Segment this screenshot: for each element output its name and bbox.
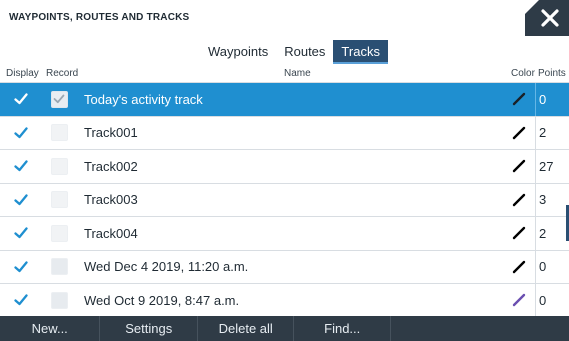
track-color-swatch[interactable] bbox=[504, 184, 534, 217]
table-row[interactable]: Today's activity track 0 bbox=[0, 83, 569, 117]
tab-waypoints-label: Waypoints bbox=[208, 44, 269, 59]
record-box bbox=[50, 224, 68, 242]
track-name: Wed Dec 4 2019, 11:20 a.m. bbox=[84, 259, 249, 275]
display-checkbox[interactable] bbox=[10, 117, 32, 150]
record-checkbox[interactable] bbox=[48, 117, 70, 150]
record-box bbox=[50, 191, 68, 209]
tab-routes[interactable]: Routes bbox=[276, 40, 333, 64]
table-row[interactable]: Track002 27 bbox=[0, 150, 569, 184]
waypoints-routes-tracks-dialog: WAYPOINTS, ROUTES AND TRACKS Waypoints R… bbox=[0, 0, 569, 341]
close-icon bbox=[541, 9, 559, 27]
check-icon bbox=[14, 92, 28, 106]
check-icon bbox=[14, 193, 28, 207]
track-name: Track003 bbox=[84, 192, 138, 208]
tab-tracks[interactable]: Tracks bbox=[333, 40, 388, 64]
record-box bbox=[50, 124, 68, 142]
track-points: 2 bbox=[535, 116, 569, 149]
track-name: Wed Oct 9 2019, 8:47 a.m. bbox=[84, 292, 240, 308]
track-points: 0 bbox=[535, 284, 569, 317]
track-line-icon bbox=[512, 294, 526, 307]
tab-waypoints[interactable]: Waypoints bbox=[200, 40, 276, 64]
table-row[interactable]: Track004 2 bbox=[0, 217, 569, 251]
column-header-color[interactable]: Color bbox=[511, 68, 535, 79]
check-icon bbox=[14, 293, 28, 307]
display-checkbox[interactable] bbox=[10, 184, 32, 217]
active-tab-indicator bbox=[333, 62, 388, 64]
track-line-icon bbox=[512, 93, 526, 106]
column-header-record[interactable]: Record bbox=[46, 68, 78, 79]
track-name: Today's activity track bbox=[84, 91, 203, 107]
track-name: Track001 bbox=[84, 125, 138, 141]
display-checkbox[interactable] bbox=[10, 217, 32, 250]
track-line-icon bbox=[512, 227, 526, 240]
record-box-disabled bbox=[50, 291, 68, 309]
track-color-swatch[interactable] bbox=[504, 284, 534, 317]
tab-bar: Waypoints Routes Tracks bbox=[200, 40, 388, 64]
check-icon bbox=[14, 126, 28, 140]
track-line-icon bbox=[512, 126, 526, 139]
track-line-icon bbox=[512, 193, 526, 206]
display-checkbox[interactable] bbox=[10, 150, 32, 183]
table-row[interactable]: Track001 2 bbox=[0, 116, 569, 150]
record-checkbox[interactable] bbox=[48, 217, 70, 250]
display-checkbox[interactable] bbox=[10, 83, 32, 116]
find-button[interactable]: Find... bbox=[293, 316, 390, 341]
table-row[interactable]: Wed Dec 4 2019, 11:20 a.m. 0 bbox=[0, 250, 569, 284]
track-color-swatch[interactable] bbox=[504, 83, 534, 116]
delete-all-button[interactable]: Delete all bbox=[196, 316, 294, 341]
track-line-icon bbox=[512, 260, 526, 273]
record-check-icon bbox=[50, 90, 68, 108]
column-header-display[interactable]: Display bbox=[6, 68, 39, 79]
track-color-swatch[interactable] bbox=[504, 117, 534, 150]
record-checkbox bbox=[48, 251, 70, 284]
column-header-row: Display Record Name Color Points bbox=[0, 66, 569, 83]
track-line-icon bbox=[512, 160, 526, 173]
track-points: 2 bbox=[535, 217, 569, 250]
settings-button[interactable]: Settings bbox=[99, 316, 196, 341]
record-checkbox[interactable] bbox=[48, 83, 70, 116]
track-color-swatch[interactable] bbox=[504, 217, 534, 250]
table-row[interactable]: Wed Oct 9 2019, 8:47 a.m. 0 bbox=[0, 284, 569, 318]
toolbar-spacer bbox=[389, 316, 569, 341]
track-color-swatch[interactable] bbox=[504, 150, 534, 183]
bottom-toolbar: New... Settings Delete all Find... bbox=[0, 316, 569, 341]
track-points: 3 bbox=[535, 183, 569, 216]
check-icon bbox=[14, 159, 28, 173]
record-checkbox[interactable] bbox=[48, 150, 70, 183]
tab-tracks-label: Tracks bbox=[341, 44, 380, 59]
track-points: 0 bbox=[535, 250, 569, 283]
title-bar: WAYPOINTS, ROUTES AND TRACKS bbox=[0, 0, 569, 36]
dialog-title: WAYPOINTS, ROUTES AND TRACKS bbox=[9, 12, 190, 23]
tab-routes-label: Routes bbox=[284, 44, 326, 59]
record-box bbox=[50, 157, 68, 175]
check-icon bbox=[14, 226, 28, 240]
record-box-disabled bbox=[50, 258, 68, 276]
display-checkbox[interactable] bbox=[10, 251, 32, 284]
display-checkbox[interactable] bbox=[10, 284, 32, 317]
track-points: 27 bbox=[535, 150, 569, 183]
track-name: Track004 bbox=[84, 225, 138, 241]
track-color-swatch[interactable] bbox=[504, 251, 534, 284]
record-checkbox bbox=[48, 284, 70, 317]
new-button[interactable]: New... bbox=[0, 316, 99, 341]
column-header-points[interactable]: Points bbox=[538, 68, 566, 79]
table-row[interactable]: Track003 3 bbox=[0, 183, 569, 217]
column-header-name[interactable]: Name bbox=[284, 68, 311, 79]
track-name: Track002 bbox=[84, 158, 138, 174]
record-checkbox[interactable] bbox=[48, 184, 70, 217]
close-button[interactable] bbox=[525, 0, 569, 36]
track-list: Today's activity track 0 Track001 2 Trac… bbox=[0, 83, 569, 318]
check-icon bbox=[14, 260, 28, 274]
track-points: 0 bbox=[535, 83, 569, 116]
